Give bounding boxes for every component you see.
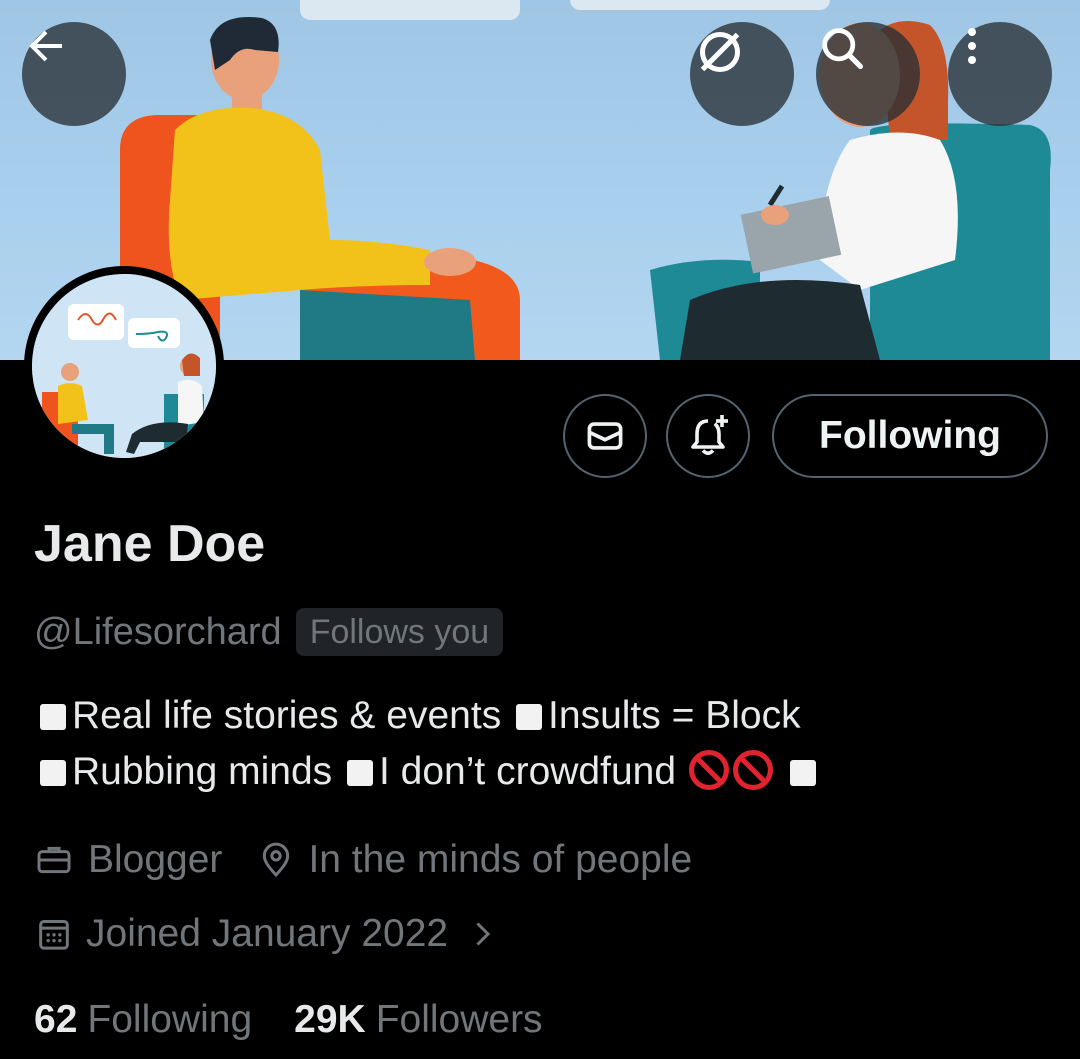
envelope-icon [587,422,623,450]
briefcase-icon [37,846,71,874]
followers-label: Followers [375,998,543,1041]
following-stat[interactable]: 62 Following [34,998,252,1042]
calendar-icon [39,920,69,950]
avatar-illustration [32,274,216,458]
white-square-icon [40,760,66,786]
search-icon [822,28,864,70]
joined-text: Joined January 2022 [86,912,449,955]
profile-name: Jane Doe [34,515,266,573]
chevron-right-icon[interactable] [464,916,500,952]
handle-row: @Lifesorchard Follows you [34,606,504,658]
bio-text: Real life stories & events [72,694,502,737]
profile-handle: @Lifesorchard [34,610,282,653]
following-label: Following [87,998,253,1041]
followers-stat[interactable]: 29K Followers [294,998,542,1042]
white-square-icon [40,704,66,730]
location-pin-icon [263,842,290,878]
no-entry-icon [688,750,729,790]
message-button[interactable] [563,394,647,478]
back-button[interactable] [22,22,126,126]
more-options-button[interactable] [948,22,1052,126]
bio-text: Insults = Block [548,694,801,737]
bio-line-2: Rubbing minds I don’t crowdfund [40,744,1040,800]
white-square-icon [516,704,543,730]
search-button[interactable] [816,22,920,126]
white-square-icon [347,760,373,786]
bio-line-1: Real life stories & events Insults = Blo… [40,688,1040,744]
notifications-button[interactable] [666,394,750,478]
profile-meta-row: Blogger In the minds of people [34,834,692,886]
following-count: 62 [34,998,78,1041]
profile-avatar[interactable] [24,266,224,466]
followers-count: 29K [294,998,366,1041]
more-vertical-icon [968,28,976,64]
following-button[interactable]: Following [772,394,1048,478]
location-text: In the minds of people [308,838,693,881]
slash-circle-icon [700,32,740,72]
no-entry-icon [732,750,773,790]
bio-text: Rubbing minds [72,750,333,793]
joined-row[interactable]: Joined January 2022 [34,908,500,960]
profession-text: Blogger [88,838,223,881]
bio-text: I don’t crowdfund [379,750,677,793]
grok-button[interactable] [690,22,794,126]
profile-stats: 62 Following 29K Followers [34,994,543,1046]
arrow-left-icon [29,30,62,62]
white-square-icon [789,760,816,786]
bell-plus-icon [691,415,728,455]
profile-bio: Real life stories & events Insults = Blo… [40,688,1040,800]
follows-you-badge: Follows you [295,608,504,656]
